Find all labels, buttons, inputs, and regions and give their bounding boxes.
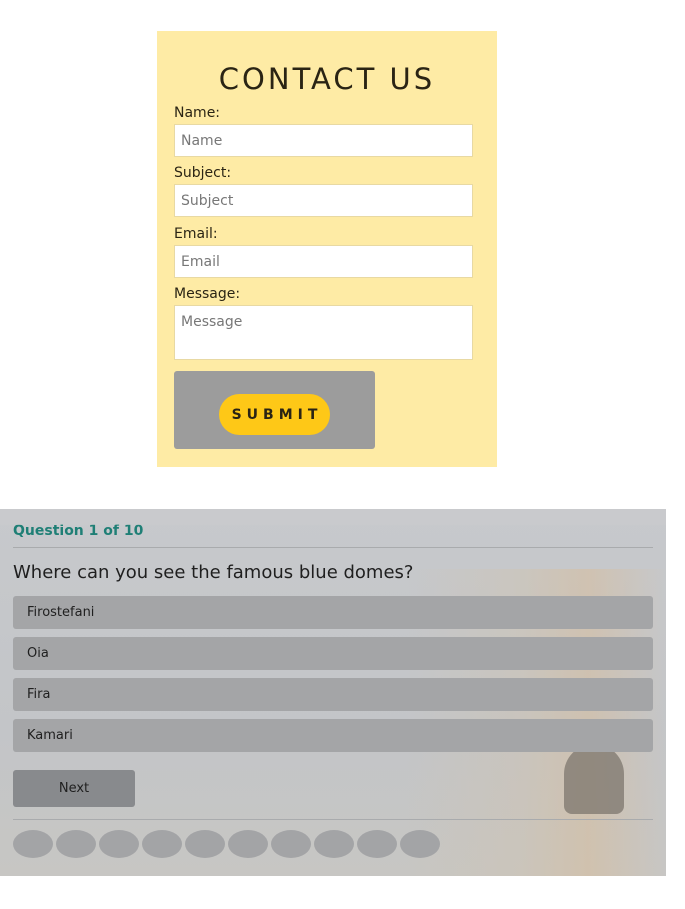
- progress-dots: [13, 830, 443, 858]
- progress-dot: [400, 830, 440, 858]
- question-text: Where can you see the famous blue domes?: [13, 562, 414, 583]
- answer-option[interactable]: Oia: [13, 637, 653, 670]
- bell-icon: [564, 744, 624, 814]
- message-textarea[interactable]: [174, 305, 473, 360]
- progress-dot: [357, 830, 397, 858]
- progress-dot: [314, 830, 354, 858]
- contact-form: CONTACT US Name: Subject: Email: Message…: [157, 31, 497, 467]
- name-label: Name:: [174, 105, 221, 121]
- progress-dot: [99, 830, 139, 858]
- progress-dot: [271, 830, 311, 858]
- submit-container: SUBMIT: [174, 371, 375, 449]
- email-label: Email:: [174, 226, 218, 242]
- question-counter: Question 1 of 10: [13, 523, 144, 539]
- message-label: Message:: [174, 286, 241, 302]
- progress-dot: [56, 830, 96, 858]
- progress-dot: [142, 830, 182, 858]
- answer-option[interactable]: Firostefani: [13, 596, 653, 629]
- answer-option[interactable]: Fira: [13, 678, 653, 711]
- subject-input[interactable]: [174, 184, 473, 217]
- divider: [13, 819, 653, 820]
- progress-dot: [185, 830, 225, 858]
- submit-button[interactable]: SUBMIT: [219, 394, 330, 435]
- name-input[interactable]: [174, 124, 473, 157]
- email-input[interactable]: [174, 245, 473, 278]
- next-button[interactable]: Next: [13, 770, 135, 807]
- progress-dot: [13, 830, 53, 858]
- divider: [13, 547, 653, 548]
- quiz-panel: Question 1 of 10 Where can you see the f…: [0, 509, 666, 876]
- progress-dot: [228, 830, 268, 858]
- answer-option[interactable]: Kamari: [13, 719, 653, 752]
- subject-label: Subject:: [174, 165, 232, 181]
- contact-title: CONTACT US: [218, 62, 436, 96]
